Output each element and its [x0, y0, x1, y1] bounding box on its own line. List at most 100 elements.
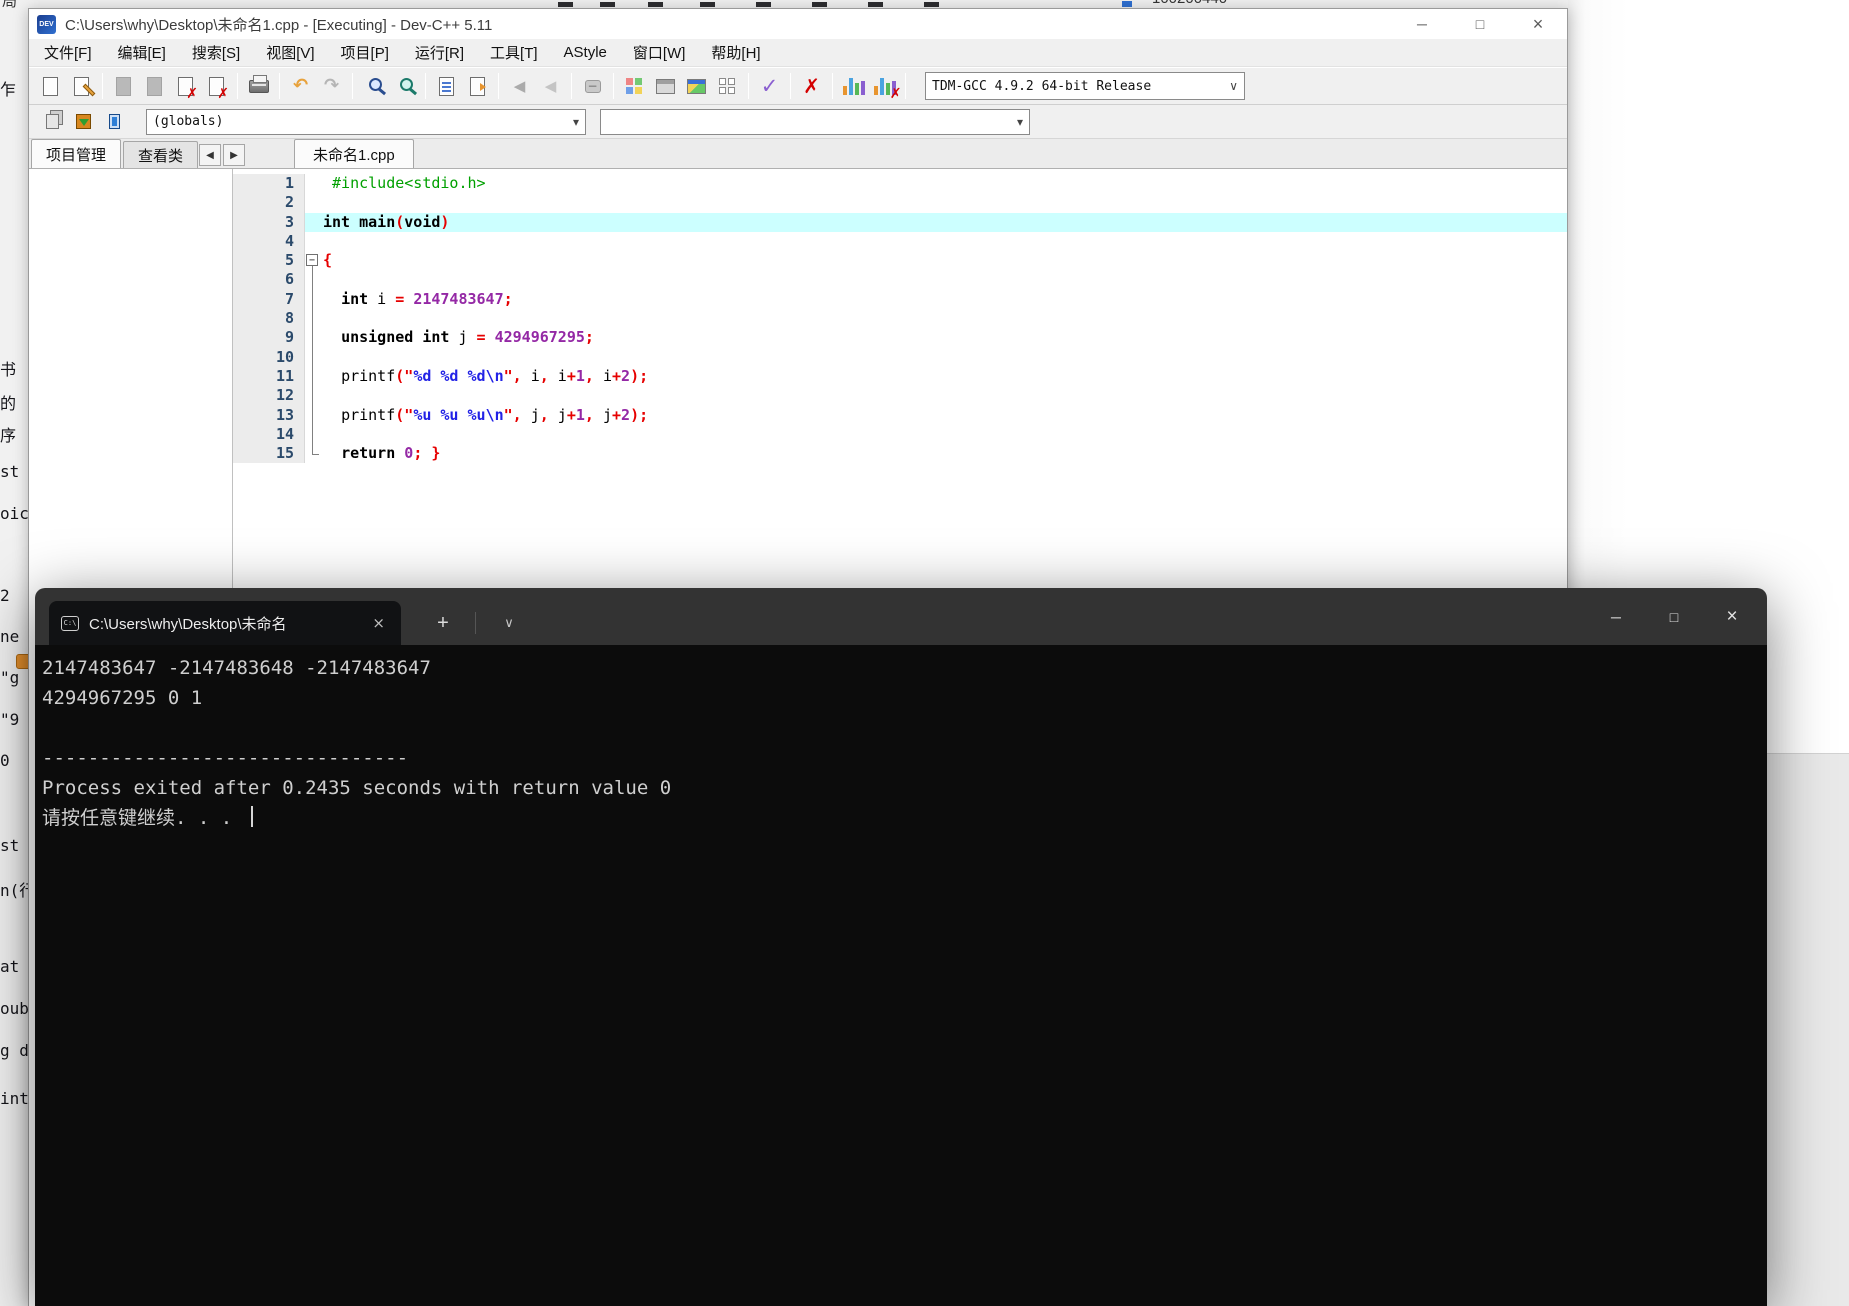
menu-item[interactable]: 视图[V] — [253, 42, 327, 63]
globals-select[interactable]: (globals) ▾ — [146, 108, 586, 135]
code-line[interactable]: 9 unsigned int j = 4294967295; — [233, 328, 1567, 349]
close-file-button[interactable]: ✗ — [170, 71, 201, 102]
redo-button[interactable]: ↷ — [316, 71, 347, 101]
find-button[interactable] — [358, 71, 389, 101]
code-line[interactable]: 15 return 0; } — [233, 444, 1567, 464]
profile-chart-icon — [842, 77, 865, 95]
save-button[interactable] — [108, 71, 139, 101]
background-fragment — [756, 2, 771, 7]
goto-implementation-button[interactable] — [68, 107, 99, 137]
menu-item[interactable]: 项目[P] — [328, 42, 402, 63]
new-file-button[interactable] — [35, 71, 66, 101]
compile-button[interactable] — [619, 71, 650, 101]
devcpp-minimize-button[interactable]: ─ — [1393, 9, 1451, 39]
tab-scroll-right-button[interactable]: ▶ — [223, 144, 246, 166]
compiler-select[interactable]: TDM-GCC 4.9.2 64-bit Release ∨ — [925, 72, 1245, 100]
run-button[interactable] — [650, 71, 681, 101]
undo-button[interactable]: ↶ — [285, 71, 316, 101]
code-line[interactable]: 6 — [233, 270, 1567, 292]
menu-item[interactable]: 窗口[W] — [620, 42, 699, 63]
terminal-output[interactable]: 2147483647 -2147483648 -2147483647 429496… — [35, 645, 1767, 1306]
open-file-button[interactable] — [66, 71, 97, 101]
code-line[interactable]: 7 int i = 2147483647; — [233, 289, 1567, 311]
code-token: " — [404, 366, 414, 385]
code-text: return 0; } — [321, 444, 1567, 463]
print-button[interactable] — [243, 71, 274, 101]
code-lines: 1 #include<stdio.h> 2 3 int main(void) 4 5−{6… — [233, 174, 1567, 464]
code-token: , — [584, 405, 594, 424]
find-in-files-button[interactable] — [389, 71, 420, 101]
search-icon — [368, 78, 382, 91]
toolbar-separator — [832, 73, 833, 99]
fold-margin — [305, 424, 321, 446]
code-line[interactable]: 12 — [233, 386, 1567, 407]
terminal-dropdown-button[interactable]: ∨ — [487, 601, 531, 645]
fold-margin[interactable]: − — [305, 251, 321, 272]
back-button[interactable]: ◀ — [504, 71, 535, 101]
tab-project-manager[interactable]: 项目管理 — [31, 139, 122, 168]
code-line[interactable]: 14 — [233, 424, 1567, 446]
code-token: ) — [440, 212, 450, 231]
background-window-right-lower — [1767, 753, 1849, 1306]
devcpp-logo-icon: DEV — [37, 14, 56, 34]
code-token: ; — [584, 328, 594, 347]
code-line[interactable]: 13 printf("%u %u %u\n", j, j+1, j+2); — [233, 405, 1567, 427]
tab-view-class[interactable]: 查看类 — [123, 141, 199, 168]
code-token: main — [359, 212, 396, 231]
goto-line-button[interactable] — [462, 71, 493, 101]
line-number: 5 — [233, 251, 305, 271]
code-line[interactable]: 8 — [233, 309, 1567, 330]
menu-item[interactable]: 编辑[E] — [105, 42, 179, 63]
code-line[interactable]: 10 — [233, 347, 1567, 369]
menu-item[interactable]: 帮助[H] — [698, 42, 773, 63]
code-line[interactable]: 5−{ — [233, 251, 1567, 272]
save-all-button[interactable] — [139, 71, 170, 101]
code-line[interactable]: 11 printf("%d %d %d\n", i, i+1, i+2); — [233, 366, 1567, 388]
code-token: int — [323, 212, 351, 231]
toggle-breakpoint-button[interactable]: − — [577, 71, 608, 101]
menu-item[interactable]: 工具[T] — [477, 42, 551, 63]
menu-item[interactable]: AStyle — [551, 44, 620, 61]
goto-declaration-button[interactable] — [37, 107, 68, 137]
terminal-minimize-button[interactable]: ─ — [1587, 588, 1645, 645]
insert-member-button[interactable] — [99, 107, 130, 137]
terminal-new-tab-button[interactable]: + — [423, 601, 463, 645]
devcpp-titlebar[interactable]: DEV C:\Users\why\Desktop\未命名1.cpp - [Exe… — [29, 9, 1567, 39]
compile-and-run-button[interactable] — [681, 71, 712, 101]
code-line[interactable]: 1 #include<stdio.h> — [233, 174, 1567, 194]
menu-item[interactable]: 文件[F] — [31, 42, 105, 63]
forward-button[interactable]: ◀ — [535, 71, 566, 101]
close-all-button[interactable]: ✗ — [201, 71, 232, 102]
terminal-tab-close-icon[interactable]: × — [368, 614, 389, 632]
terminal-close-button[interactable]: × — [1703, 588, 1761, 645]
syntax-check-button[interactable]: ✓ — [754, 71, 785, 101]
profile-analysis-button[interactable] — [838, 71, 869, 101]
code-line[interactable]: 2 — [233, 193, 1567, 213]
menu-item[interactable]: 运行[R] — [402, 42, 477, 63]
devcpp-close-button[interactable]: × — [1509, 9, 1567, 39]
terminal-titlebar[interactable]: C:\ C:\Users\why\Desktop\未命名 × + ∨ ─ □ × — [35, 588, 1767, 645]
delete-profile-icon: ✗ — [873, 77, 902, 102]
members-select[interactable]: ▾ — [600, 108, 1030, 135]
abort-compilation-button[interactable]: ✗ — [796, 71, 827, 101]
save-all-icon — [147, 76, 162, 96]
code-line[interactable]: 3 int main(void) — [233, 212, 1567, 232]
code-line[interactable]: 4 — [233, 231, 1567, 252]
replace-button[interactable] — [431, 71, 462, 101]
terminal-tab[interactable]: C:\ C:\Users\why\Desktop\未命名 × — [49, 601, 401, 645]
devcpp-maximize-button[interactable]: □ — [1451, 9, 1509, 39]
fold-collapse-icon[interactable]: − — [306, 254, 318, 267]
delete-profiling-button[interactable]: ✗ — [869, 71, 902, 102]
tab-file-unnamed1[interactable]: 未命名1.cpp — [294, 139, 414, 168]
code-token: , — [584, 366, 594, 385]
rebuild-all-button[interactable] — [712, 71, 743, 101]
menu-item[interactable]: 搜索[S] — [179, 42, 253, 63]
tab-row: 项目管理 查看类 ◀ ▶ 未命名1.cpp — [29, 139, 1567, 169]
terminal-maximize-button[interactable]: □ — [1645, 588, 1703, 645]
code-token: , — [539, 405, 549, 424]
tab-scroll-left-button[interactable]: ◀ — [199, 144, 222, 166]
